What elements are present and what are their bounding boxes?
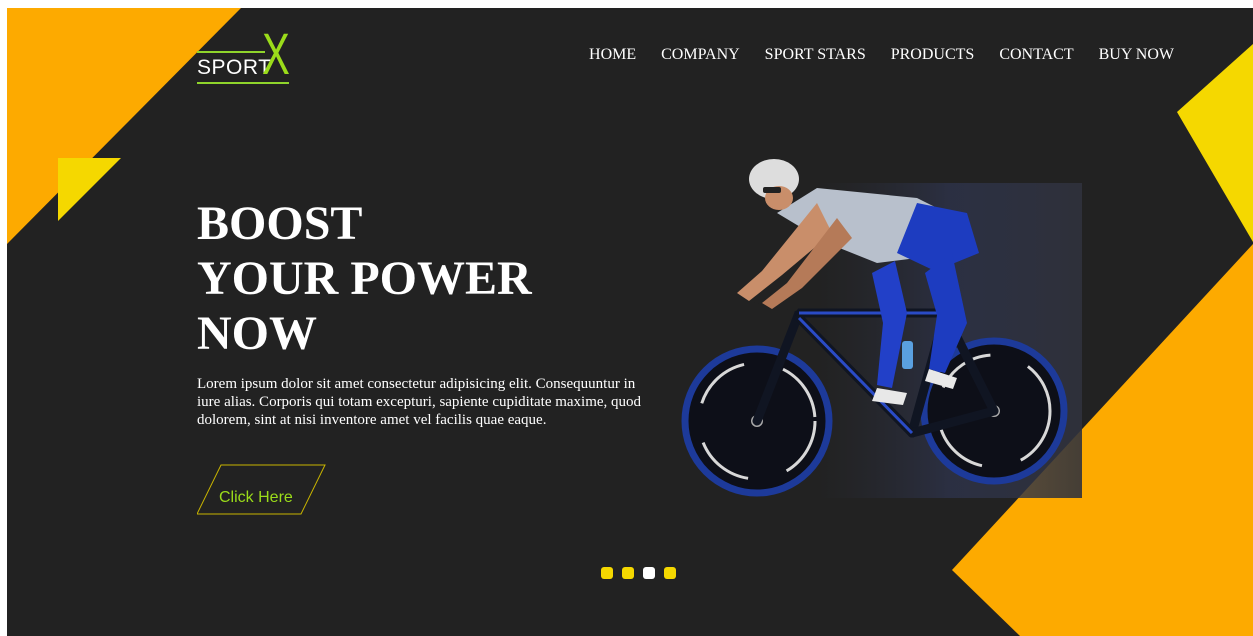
click-here-button[interactable]: Click Here — [197, 464, 327, 516]
hero-description: Lorem ipsum dolor sit amet consectetur a… — [197, 376, 642, 428]
headline-line-3: NOW — [197, 307, 317, 360]
nav-products[interactable]: PRODUCTS — [891, 46, 975, 64]
sportx-logo[interactable]: SPORT X — [196, 26, 306, 88]
cyclist-image — [681, 159, 1082, 498]
hero-headline: BOOST YOUR POWER NOW — [197, 196, 532, 361]
slider-dot-1[interactable] — [601, 567, 613, 579]
logo-x-mark: X — [262, 22, 290, 87]
slider-dot-3[interactable] — [643, 567, 655, 579]
headline-line-2: YOUR POWER — [197, 252, 532, 305]
right-yellow-triangle — [1177, 44, 1253, 242]
logo-top-bar — [197, 51, 265, 53]
nav-sport-stars[interactable]: SPORT STARS — [765, 46, 866, 64]
slider-dots — [601, 567, 676, 579]
logo-word: SPORT — [197, 56, 272, 79]
slider-dot-2[interactable] — [622, 567, 634, 579]
cta-label: Click Here — [219, 489, 293, 506]
slider-dot-4[interactable] — [664, 567, 676, 579]
nav-contact[interactable]: CONTACT — [999, 46, 1073, 64]
nav-company[interactable]: COMPANY — [661, 46, 740, 64]
nav-buy-now[interactable]: BUY NOW — [1099, 46, 1174, 64]
water-bottle — [902, 341, 913, 369]
logo-bottom-bar — [197, 82, 289, 84]
nav-home[interactable]: HOME — [589, 46, 636, 64]
top-left-yellow-triangle — [58, 158, 121, 221]
main-nav: HOME COMPANY SPORT STARS PRODUCTS CONTAC… — [564, 46, 1174, 64]
hero-section: SPORT X HOME COMPANY SPORT STARS PRODUCT… — [7, 8, 1253, 636]
headline-line-1: BOOST — [197, 197, 363, 250]
